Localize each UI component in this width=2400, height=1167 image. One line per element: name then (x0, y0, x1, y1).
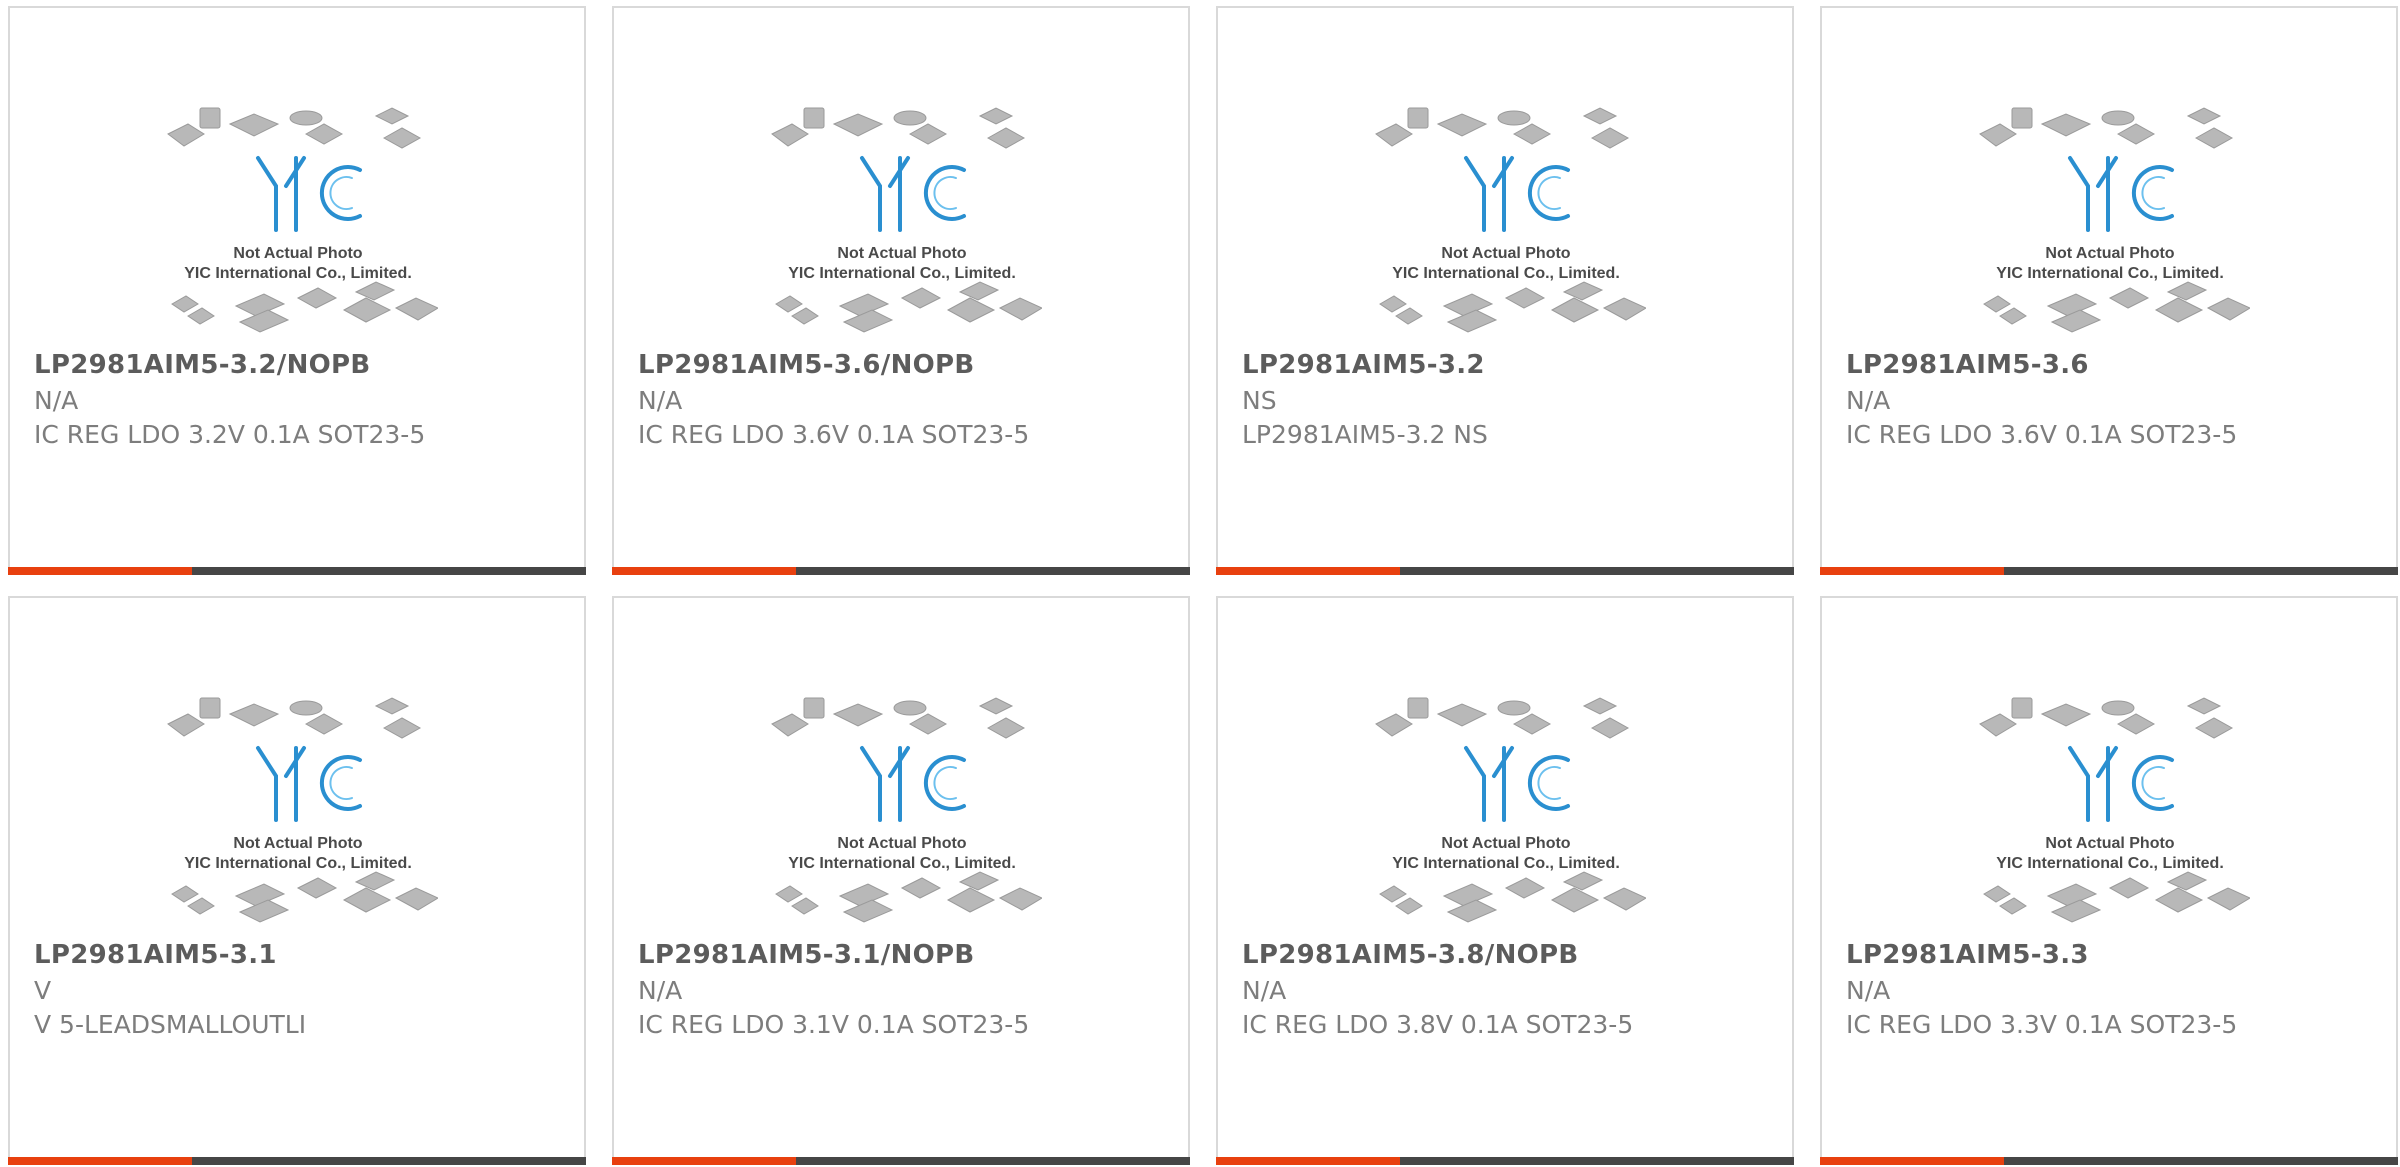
product-placeholder-image[interactable]: Not Actual Photo YIC International Co., … (762, 94, 1042, 342)
product-placeholder-image[interactable]: Not Actual Photo YIC International Co., … (1366, 94, 1646, 342)
caption-line1: Not Actual Photo (233, 245, 362, 262)
manufacturer: N/A (1846, 976, 1891, 1005)
description: LP2981AIM5-3.2 NS (1242, 420, 1488, 449)
product-grid: Not Actual Photo YIC International Co., … (8, 6, 2400, 1167)
product-placeholder-image[interactable]: Not Actual Photo YIC International Co., … (158, 94, 438, 342)
manufacturer: N/A (1846, 386, 1891, 415)
card-bottom-bar (612, 567, 1190, 575)
manufacturer: N/A (34, 386, 79, 415)
card-accent-bar (1216, 1157, 1400, 1165)
product-card[interactable]: Not Actual Photo YIC International Co., … (612, 596, 1190, 1165)
manufacturer: V (34, 976, 52, 1005)
part-number-link[interactable]: LP2981AIM5-3.6/NOPB (638, 350, 975, 380)
card-accent-bar (1820, 1157, 2004, 1165)
product-placeholder-image[interactable]: Not Actual Photo YIC International Co., … (1366, 684, 1646, 932)
caption-line2: YIC International Co., Limited. (184, 265, 412, 282)
card-bottom-bar (1820, 1157, 2398, 1165)
card-accent-bar (8, 567, 192, 575)
card-bottom-bar (8, 1157, 586, 1165)
product-card[interactable]: Not Actual Photo YIC International Co., … (1216, 6, 1794, 575)
product-card[interactable]: Not Actual Photo YIC International Co., … (612, 6, 1190, 575)
product-card[interactable]: Not Actual Photo YIC International Co., … (1216, 596, 1794, 1165)
caption-line2: YIC International Co., Limited. (1392, 855, 1620, 872)
description: IC REG LDO 3.1V 0.1A SOT23-5 (638, 1010, 1030, 1039)
card-accent-bar (1216, 567, 1400, 575)
caption-line2: YIC International Co., Limited. (788, 855, 1016, 872)
caption-line1: Not Actual Photo (2045, 245, 2174, 262)
manufacturer: NS (1242, 386, 1277, 415)
product-placeholder-image[interactable]: Not Actual Photo YIC International Co., … (1970, 94, 2250, 342)
caption-line1: Not Actual Photo (233, 835, 362, 852)
caption-line2: YIC International Co., Limited. (1392, 265, 1620, 282)
caption-line1: Not Actual Photo (1441, 245, 1570, 262)
description: IC REG LDO 3.3V 0.1A SOT23-5 (1846, 1010, 2238, 1039)
card-bottom-bar (612, 1157, 1190, 1165)
caption-line2: YIC International Co., Limited. (184, 855, 412, 872)
product-placeholder-image[interactable]: Not Actual Photo YIC International Co., … (158, 684, 438, 932)
manufacturer: N/A (638, 386, 683, 415)
description: IC REG LDO 3.2V 0.1A SOT23-5 (34, 420, 426, 449)
part-number-link[interactable]: LP2981AIM5-3.2/NOPB (34, 350, 371, 380)
product-card[interactable]: Not Actual Photo YIC International Co., … (1820, 6, 2398, 575)
product-placeholder-image[interactable]: Not Actual Photo YIC International Co., … (1970, 684, 2250, 932)
description: IC REG LDO 3.6V 0.1A SOT23-5 (1846, 420, 2238, 449)
product-card[interactable]: Not Actual Photo YIC International Co., … (1820, 596, 2398, 1165)
description: V 5-LEADSMALLOUTLI (34, 1010, 307, 1039)
manufacturer: N/A (1242, 976, 1287, 1005)
card-bottom-bar (8, 567, 586, 575)
description: IC REG LDO 3.6V 0.1A SOT23-5 (638, 420, 1030, 449)
caption-line2: YIC International Co., Limited. (788, 265, 1016, 282)
part-number-link[interactable]: LP2981AIM5-3.2 (1242, 350, 1485, 380)
manufacturer: N/A (638, 976, 683, 1005)
product-placeholder-image[interactable]: Not Actual Photo YIC International Co., … (762, 684, 1042, 932)
caption-line1: Not Actual Photo (1441, 835, 1570, 852)
part-number-link[interactable]: LP2981AIM5-3.3 (1846, 940, 2089, 970)
caption-line2: YIC International Co., Limited. (1996, 855, 2224, 872)
card-accent-bar (612, 567, 796, 575)
description: IC REG LDO 3.8V 0.1A SOT23-5 (1242, 1010, 1634, 1039)
part-number-link[interactable]: LP2981AIM5-3.1/NOPB (638, 940, 975, 970)
caption-line2: YIC International Co., Limited. (1996, 265, 2224, 282)
caption-line1: Not Actual Photo (2045, 835, 2174, 852)
part-number-link[interactable]: LP2981AIM5-3.8/NOPB (1242, 940, 1579, 970)
part-number-link[interactable]: LP2981AIM5-3.6 (1846, 350, 2089, 380)
card-accent-bar (612, 1157, 796, 1165)
card-accent-bar (8, 1157, 192, 1165)
card-bottom-bar (1820, 567, 2398, 575)
card-bottom-bar (1216, 567, 1794, 575)
caption-line1: Not Actual Photo (837, 245, 966, 262)
part-number-link[interactable]: LP2981AIM5-3.1 (34, 940, 277, 970)
product-card[interactable]: Not Actual Photo YIC International Co., … (8, 6, 586, 575)
card-bottom-bar (1216, 1157, 1794, 1165)
product-card[interactable]: Not Actual Photo YIC International Co., … (8, 596, 586, 1165)
caption-line1: Not Actual Photo (837, 835, 966, 852)
card-accent-bar (1820, 567, 2004, 575)
